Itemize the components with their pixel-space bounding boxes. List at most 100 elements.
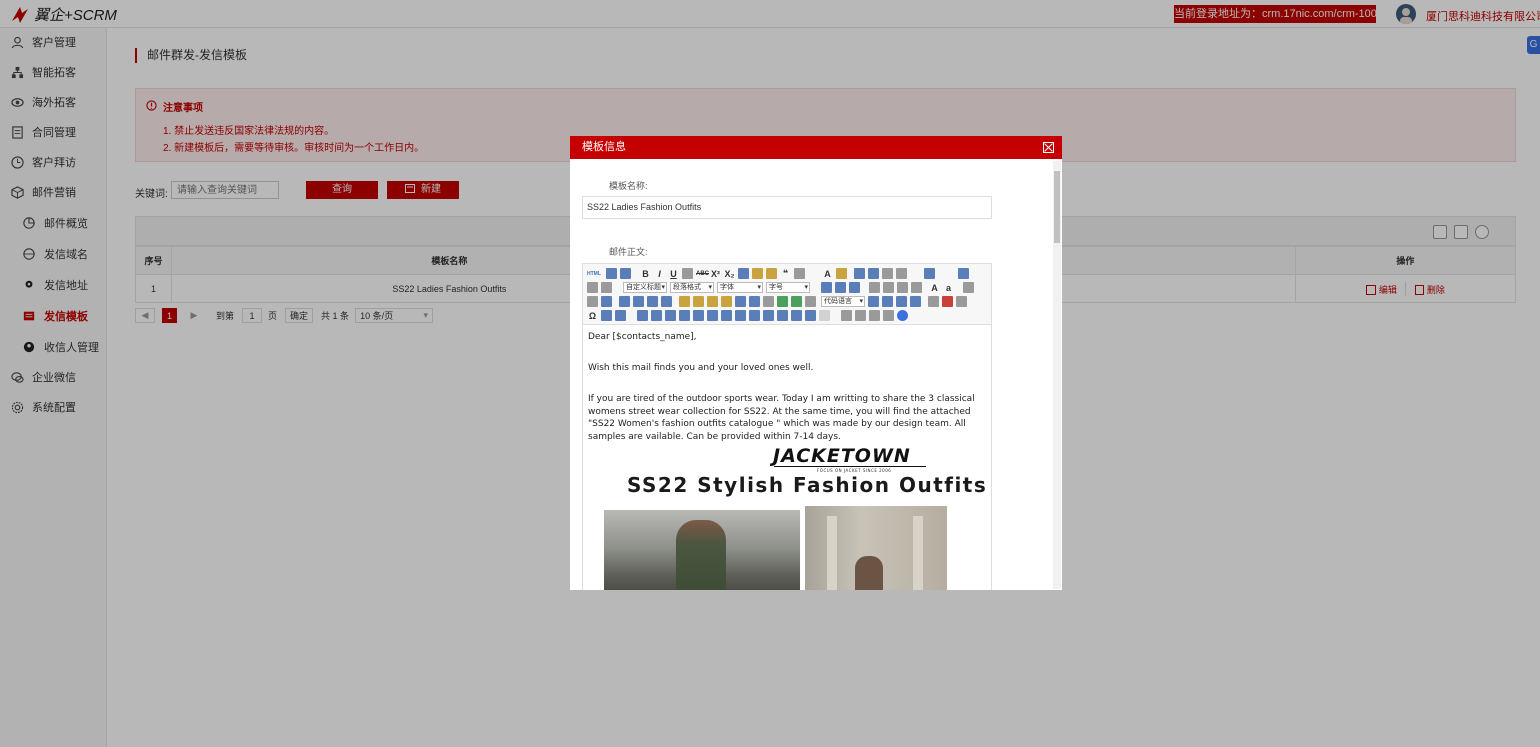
paste-plain-icon[interactable] [794, 268, 805, 279]
subscript-icon[interactable]: X₂ [724, 269, 735, 279]
horizontal-rule-icon[interactable] [928, 296, 939, 307]
paragraph-spacing-icon[interactable] [587, 282, 598, 293]
clear-doc-icon[interactable] [896, 268, 907, 279]
date-icon[interactable] [942, 296, 953, 307]
preview-icon[interactable] [855, 310, 866, 321]
superscript-icon[interactable]: X² [710, 269, 721, 279]
code-language-select[interactable]: 代码语言 [821, 296, 865, 307]
uppercase-icon[interactable]: A [929, 283, 940, 293]
email-headline: SS22 Stylish Fashion Outfits F [627, 473, 991, 497]
multi-image-icon[interactable] [693, 296, 704, 307]
align-center-icon[interactable] [883, 282, 894, 293]
underline-icon[interactable]: U [668, 269, 679, 279]
background-icon[interactable] [896, 296, 907, 307]
bold-icon[interactable]: B [640, 269, 651, 279]
page-break-icon[interactable] [868, 296, 879, 307]
row-spacing-icon[interactable] [924, 268, 935, 279]
attachment-icon[interactable] [763, 296, 774, 307]
background-color-icon[interactable] [836, 268, 847, 279]
auto-format-icon[interactable] [766, 268, 777, 279]
eraser-icon[interactable] [738, 268, 749, 279]
frame-icon[interactable] [805, 296, 816, 307]
align-left-icon[interactable] [869, 282, 880, 293]
rtl-icon[interactable] [835, 282, 846, 293]
scrawl-icon[interactable] [721, 296, 732, 307]
image-icon[interactable] [679, 296, 690, 307]
font-border-icon[interactable] [682, 268, 693, 279]
music-icon[interactable] [749, 296, 760, 307]
format-brush-icon[interactable] [752, 268, 763, 279]
split-cols-icon[interactable] [805, 310, 816, 321]
brand-logo: JACKETOWN [773, 445, 911, 467]
template-name-label: 模板名称: [609, 181, 648, 191]
font-family-select[interactable]: 字体 [717, 282, 763, 293]
delete-col-icon[interactable] [721, 310, 732, 321]
search-replace-icon[interactable] [615, 310, 626, 321]
merge-cells-icon[interactable] [735, 310, 746, 321]
insert-table-icon[interactable] [637, 310, 648, 321]
split-cells-icon[interactable] [777, 310, 788, 321]
help-icon[interactable] [897, 310, 908, 321]
ltr-icon[interactable] [821, 282, 832, 293]
special-chars-icon[interactable]: Ω [587, 311, 598, 321]
unlink-icon[interactable] [587, 296, 598, 307]
rich-text-editor: HTML B I U ABC X² X₂ ❝ A 自定义标题 ▾ 段落格式 ▾ … [582, 263, 992, 590]
line-height-icon[interactable] [601, 282, 612, 293]
template-name-input[interactable]: SS22 Ladies Fashion Outfits [582, 196, 992, 219]
undo-icon[interactable] [606, 268, 617, 279]
map-icon[interactable] [777, 296, 788, 307]
toolbar-row-3: 代码语言 [587, 295, 967, 308]
scrollbar-thumb[interactable] [1054, 171, 1060, 243]
fullscreen-icon[interactable] [958, 268, 969, 279]
modal-scrollbar[interactable] [1053, 161, 1061, 589]
image-left-icon[interactable] [633, 296, 644, 307]
strikethrough-icon[interactable]: ABC [696, 271, 709, 277]
ordered-list-icon[interactable] [854, 268, 865, 279]
italic-icon[interactable]: I [654, 269, 665, 279]
quote-icon[interactable]: ❝ [780, 268, 791, 279]
select-all-icon[interactable] [882, 268, 893, 279]
paragraph-format-select[interactable]: 段落格式 [670, 282, 714, 293]
split-rows-icon[interactable] [791, 310, 802, 321]
email-paragraph: If you are tired of the outdoor sports w… [588, 394, 975, 442]
fashion-photo-2 [805, 506, 947, 590]
find-icon[interactable] [869, 310, 880, 321]
delete-row-icon[interactable] [693, 310, 704, 321]
insert-caption-icon[interactable] [665, 310, 676, 321]
time-icon[interactable] [956, 296, 967, 307]
font-size-select[interactable]: 字号 [766, 282, 810, 293]
custom-title-select[interactable]: 自定义标题 [623, 282, 667, 293]
link-icon[interactable] [963, 282, 974, 293]
redo-icon[interactable] [620, 268, 631, 279]
editor-content[interactable]: Dear [$contacts_name], Wish this mail fi… [583, 326, 991, 590]
template-insert-icon[interactable] [882, 296, 893, 307]
align-right-icon[interactable] [897, 282, 908, 293]
model-figure [855, 556, 883, 590]
wordimage-icon[interactable] [601, 310, 612, 321]
email-greeting: Dear [$contacts_name], [588, 332, 697, 342]
font-color-icon[interactable]: A [822, 269, 833, 279]
video-icon[interactable] [735, 296, 746, 307]
close-icon[interactable] [1043, 142, 1054, 153]
drafts-icon[interactable] [883, 310, 894, 321]
webapp-icon[interactable] [910, 296, 921, 307]
merge-right-icon[interactable] [749, 310, 760, 321]
editor-toolbar: HTML B I U ABC X² X₂ ❝ A 自定义标题 ▾ 段落格式 ▾ … [583, 264, 991, 325]
table-props-icon[interactable] [819, 310, 830, 321]
html-source-icon[interactable]: HTML [587, 271, 601, 277]
unordered-list-icon[interactable] [868, 268, 879, 279]
anchor-icon[interactable] [601, 296, 612, 307]
emoji-icon[interactable] [707, 296, 718, 307]
insert-col-icon[interactable] [707, 310, 718, 321]
align-justify-icon[interactable] [911, 282, 922, 293]
image-center-icon[interactable] [661, 296, 672, 307]
lowercase-icon[interactable]: a [943, 283, 954, 293]
merge-down-icon[interactable] [763, 310, 774, 321]
indent-icon[interactable] [849, 282, 860, 293]
delete-table-icon[interactable] [651, 310, 662, 321]
image-right-icon[interactable] [647, 296, 658, 307]
print-editor-icon[interactable] [841, 310, 852, 321]
insert-row-icon[interactable] [679, 310, 690, 321]
image-float-none-icon[interactable] [619, 296, 630, 307]
gmap-icon[interactable] [791, 296, 802, 307]
